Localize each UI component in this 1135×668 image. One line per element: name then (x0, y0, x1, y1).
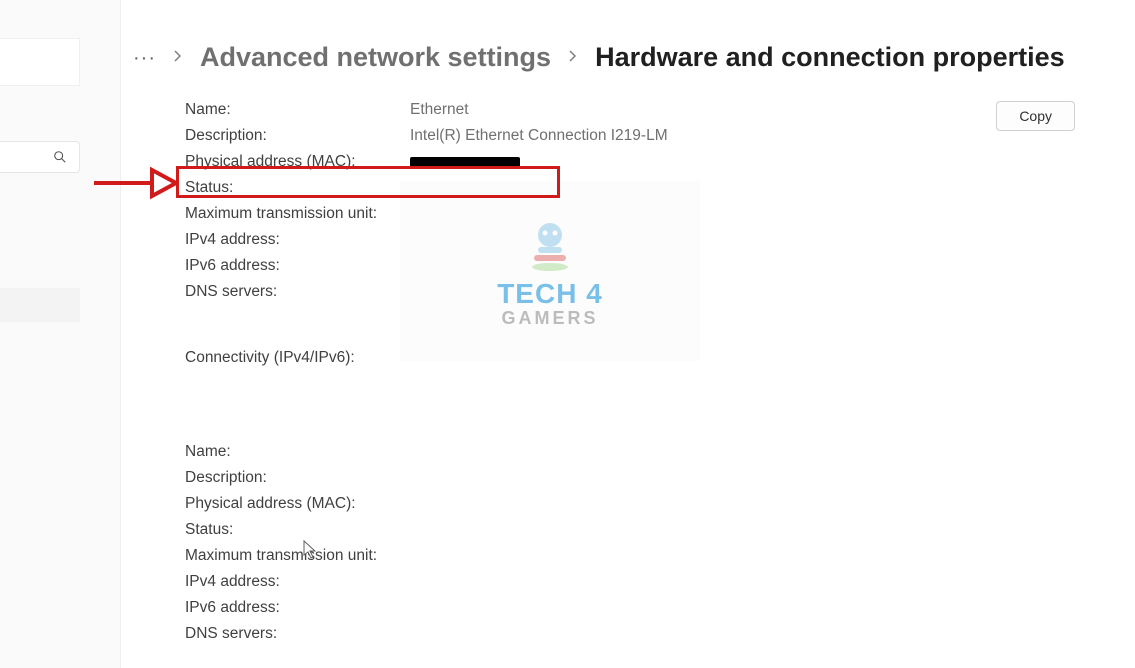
sidebar-item-active[interactable] (0, 288, 80, 322)
description-value: Intel(R) Ethernet Connection I219-LM (410, 127, 668, 145)
search-input[interactable] (0, 141, 80, 173)
status-label: Status: (185, 179, 410, 197)
adapter-block-1: Copy Name:Ethernet Description:Intel(R) … (185, 101, 1095, 375)
name-value: Ethernet (410, 101, 469, 119)
mac-label: Physical address (MAC): (185, 153, 410, 171)
copy-button[interactable]: Copy (996, 101, 1075, 131)
chevron-right-icon (567, 49, 579, 67)
watermark: TECH 4 GAMERS (400, 181, 700, 361)
watermark-line1: TECH 4 (497, 278, 603, 310)
mtu-label: Maximum transmission unit: (185, 547, 410, 565)
ipv4-label: IPv4 address: (185, 573, 410, 591)
breadcrumb: ··· Advanced network settings Hardware a… (121, 42, 1135, 73)
name-label: Name: (185, 443, 410, 461)
page-title: Hardware and connection properties (595, 42, 1065, 73)
more-icon[interactable]: ··· (133, 48, 156, 68)
sidebar-header-stub (0, 38, 80, 86)
mac-label: Physical address (MAC): (185, 495, 410, 513)
dns-label: DNS servers: (185, 625, 410, 643)
mtu-label: Maximum transmission unit: (185, 205, 410, 223)
adapter-block-2: Name: Description: Physical address (MAC… (185, 443, 1095, 651)
main-content: ··· Advanced network settings Hardware a… (120, 0, 1135, 668)
name-label: Name: (185, 101, 410, 119)
redacted-bar (410, 157, 520, 167)
ipv6-label: IPv6 address: (185, 257, 410, 275)
connectivity-label: Connectivity (IPv4/IPv6): (185, 349, 410, 367)
status-label: Status: (185, 521, 410, 539)
ipv4-label: IPv4 address: (185, 231, 410, 249)
sidebar (0, 30, 80, 668)
search-icon (53, 150, 67, 164)
breadcrumb-advanced-network[interactable]: Advanced network settings (200, 42, 551, 73)
watermark-line2: GAMERS (501, 308, 598, 329)
description-label: Description: (185, 469, 410, 487)
ipv6-label: IPv6 address: (185, 599, 410, 617)
description-label: Description: (185, 127, 410, 145)
mac-value (410, 153, 520, 171)
dns-label: DNS servers: (185, 283, 410, 301)
chevron-right-icon (172, 49, 184, 67)
